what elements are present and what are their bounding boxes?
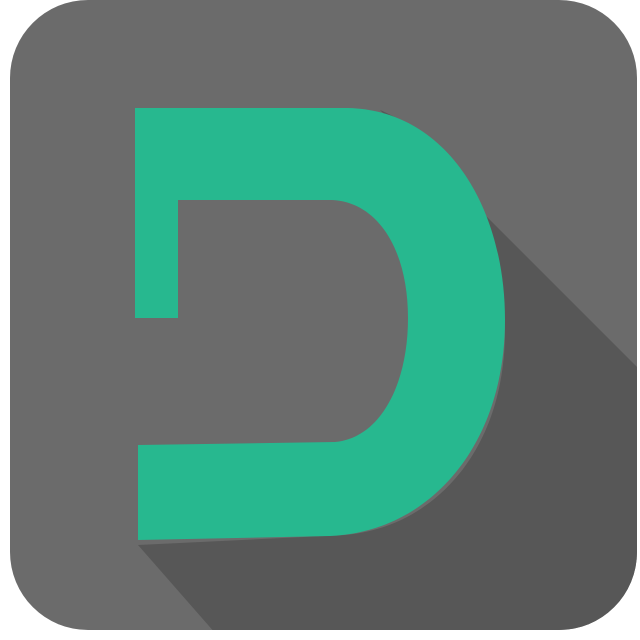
canvas bbox=[0, 0, 640, 640]
app-icon[interactable] bbox=[0, 0, 640, 640]
app-icon-graphic bbox=[10, 0, 637, 630]
